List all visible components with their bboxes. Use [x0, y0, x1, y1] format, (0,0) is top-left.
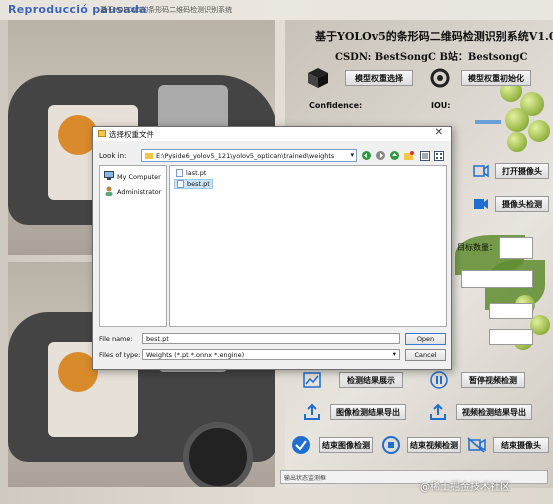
cancel-button[interactable]: Cancel — [405, 349, 446, 361]
target-count-display — [499, 237, 533, 259]
upload-icon — [303, 403, 321, 421]
file-name: last.pt — [186, 169, 207, 177]
look-in-path: E:\Pyside6_yolov5_121\yolov5_optican\tra… — [156, 152, 335, 160]
folder-icon — [98, 130, 106, 137]
select-weights-button[interactable]: 模型权重选择 — [345, 70, 413, 86]
xmin-display — [489, 303, 533, 319]
file-icon — [177, 180, 184, 188]
pause-icon — [429, 370, 449, 390]
up-folder-icon[interactable] — [389, 150, 400, 161]
export-image-results-button[interactable]: 图像检测结果导出 — [330, 404, 406, 420]
file-icon — [176, 169, 183, 177]
file-item-last[interactable]: last.pt — [174, 169, 208, 177]
new-folder-icon[interactable] — [403, 150, 414, 161]
watermark-text: @稀土掘金技术社区 — [420, 482, 510, 493]
init-model-button[interactable]: 模型权重初始化 — [461, 70, 531, 86]
file-type-value: Weights (*.pt *.onnx *.engine) — [146, 351, 245, 359]
open-camera-button[interactable]: 打开摄像头 — [495, 163, 549, 179]
file-list: last.pt best.pt — [169, 165, 447, 327]
sidebar-item-administrator[interactable]: Administrator — [104, 186, 161, 198]
back-icon[interactable] — [361, 150, 372, 161]
video-camera-icon — [473, 196, 489, 212]
iou-label: IOU: — [431, 101, 451, 110]
pause-video-button[interactable]: 暂停视频检测 — [461, 372, 525, 388]
sidebar-item-label: My Computer — [117, 172, 161, 181]
detail-view-icon[interactable] — [433, 150, 444, 161]
chart-icon — [303, 372, 321, 388]
author-info: CSDN: BestSongC B站：BestsongC — [335, 52, 528, 63]
cube-icon — [307, 67, 329, 89]
close-icon[interactable]: ✕ — [435, 127, 443, 138]
look-in-label: Look in: — [99, 152, 127, 160]
file-dialog: 选择权重文件 ✕ Look in: E:\Pyside6_yolov5_121\… — [92, 126, 452, 370]
check-circle-icon — [291, 435, 311, 455]
dialog-title-bar: 选择权重文件 ✕ — [93, 127, 451, 141]
title-bar: Reproducció pausada 基于YOLOv5的条形码二维码检测识别系… — [0, 0, 553, 20]
sidebar-item-my-computer[interactable]: My Computer — [104, 171, 161, 182]
export-video-results-button[interactable]: 视频检测结果导出 — [456, 404, 532, 420]
confidence-label: Confidence: — [309, 101, 363, 110]
chevron-down-icon: ▾ — [350, 151, 354, 159]
iou-slider[interactable] — [475, 120, 501, 124]
upload-icon — [429, 403, 447, 421]
file-name-input[interactable]: best.pt — [142, 333, 400, 344]
ymin-display — [489, 329, 533, 345]
gear-icon — [429, 67, 451, 89]
file-name: best.pt — [187, 180, 210, 188]
target-select[interactable] — [461, 270, 533, 288]
show-results-button[interactable]: 检测结果展示 — [339, 372, 403, 388]
file-type-label: Files of type: — [99, 351, 141, 359]
file-type-select[interactable]: Weights (*.pt *.onnx *.engine) ▾ — [142, 349, 400, 360]
places-sidebar: My Computer Administrator — [99, 165, 167, 327]
forward-icon[interactable] — [375, 150, 386, 161]
file-item-best[interactable]: best.pt — [174, 179, 213, 189]
app-window: Reproducció pausada 基于YOLOv5的条形码二维码检测识别系… — [0, 0, 553, 504]
file-name-label: File name: — [99, 335, 133, 343]
user-icon — [104, 186, 114, 198]
stop-circle-icon — [381, 435, 401, 455]
video-off-icon — [467, 435, 487, 455]
list-view-icon[interactable] — [419, 150, 430, 161]
page-title: 基于YOLOv5的条形码二维码检测识别系统V1.0 — [315, 30, 553, 43]
end-camera-button[interactable]: 结束摄像头 — [493, 437, 549, 453]
dialog-title: 选择权重文件 — [109, 130, 154, 139]
window-title: 基于YOLOv5的条形码二维码检测识别系统 — [100, 6, 233, 14]
car-wheel — [183, 422, 253, 487]
open-button[interactable]: Open — [405, 333, 446, 345]
chevron-down-icon: ▾ — [392, 350, 396, 358]
end-video-detect-button[interactable]: 结束视频检测 — [407, 437, 461, 453]
sidebar-item-label: Administrator — [117, 188, 162, 196]
look-in-combobox[interactable]: E:\Pyside6_yolov5_121\yolov5_optican\tra… — [141, 149, 357, 162]
end-image-detect-button[interactable]: 结束图像检测 — [319, 437, 373, 453]
camera-icon — [473, 163, 489, 179]
target-count-label: 目标数量： — [457, 243, 497, 252]
folder-icon — [145, 153, 153, 159]
camera-detect-button[interactable]: 摄像头检测 — [495, 196, 549, 212]
computer-icon — [104, 171, 114, 182]
